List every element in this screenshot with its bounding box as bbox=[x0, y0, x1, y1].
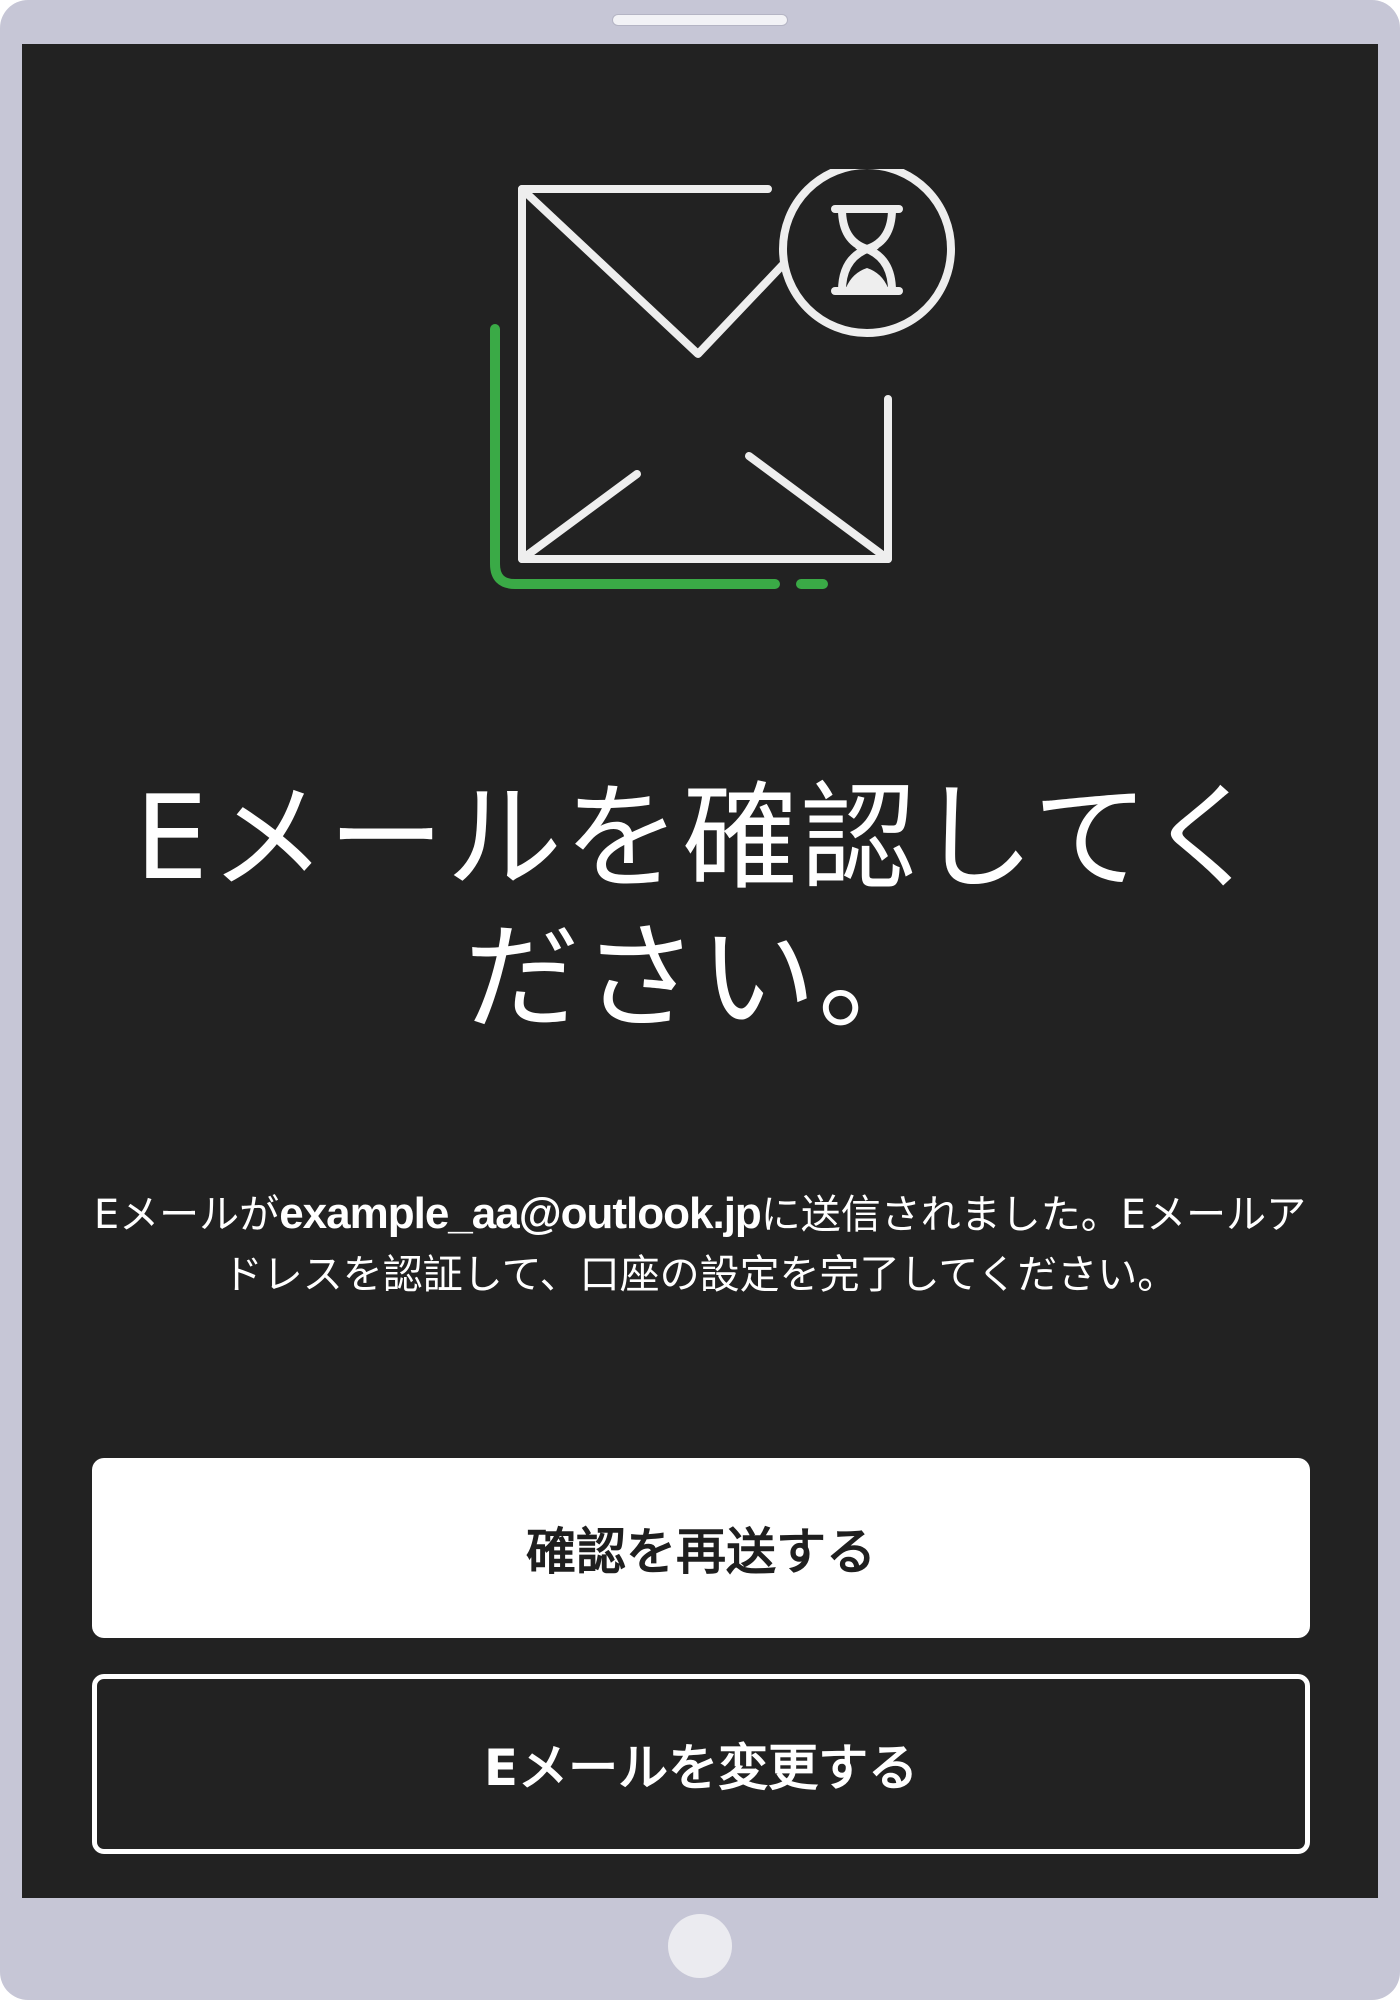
verification-message: Eメールがexample_aa@outlook.jpに送信されました。Eメールア… bbox=[92, 1184, 1308, 1305]
page-title: Eメールを確認してください。 bbox=[134, 771, 1266, 1046]
email-address: example_aa@outlook.jp bbox=[279, 1189, 762, 1238]
tablet-frame: Eメールを確認してください。 Eメールがexample_aa@outlook.j… bbox=[0, 0, 1400, 2000]
email-verification-screen: Eメールを確認してください。 Eメールがexample_aa@outlook.j… bbox=[22, 44, 1378, 1898]
envelope-hourglass-icon bbox=[490, 169, 955, 589]
resend-verification-button[interactable]: 確認を再送する bbox=[92, 1458, 1310, 1638]
home-button[interactable] bbox=[668, 1914, 732, 1978]
message-prefix: Eメールが bbox=[93, 1192, 280, 1238]
change-email-button[interactable]: Eメールを変更する bbox=[92, 1674, 1310, 1854]
speaker-grille bbox=[612, 14, 788, 26]
